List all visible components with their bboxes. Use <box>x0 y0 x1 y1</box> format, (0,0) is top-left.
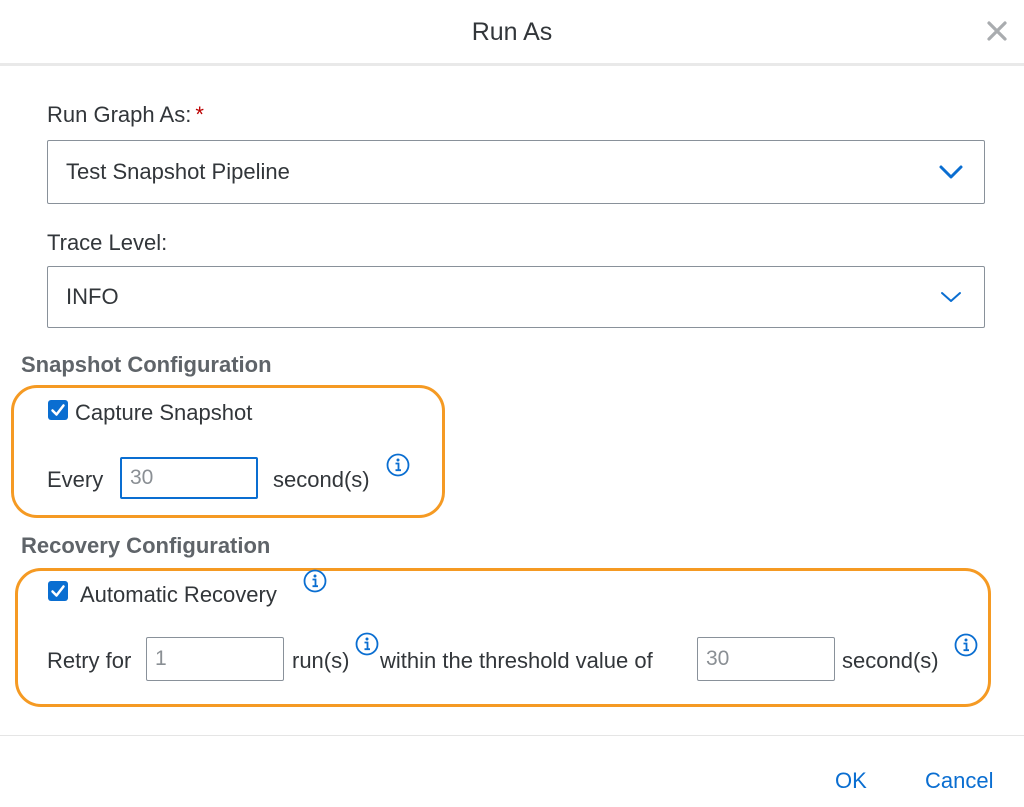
run-graph-label-text: Run Graph As: <box>47 102 192 127</box>
retry-label: Retry for <box>47 648 132 673</box>
dialog-title: Run As <box>471 18 553 46</box>
dialog-header: Run As <box>0 0 1024 66</box>
trace-level-value: INFO <box>66 284 119 309</box>
info-icon[interactable] <box>954 633 978 657</box>
chevron-down-icon <box>938 163 964 181</box>
trace-level-label: Trace Level: <box>47 230 168 255</box>
trace-level-select[interactable]: INFO <box>47 266 985 328</box>
threshold-unit-label: second(s) <box>842 648 939 673</box>
run-graph-label: Run Graph As: * <box>47 102 204 128</box>
cancel-button[interactable]: Cancel <box>925 768 993 794</box>
automatic-recovery-checkbox[interactable] <box>48 581 68 601</box>
required-mark: * <box>195 102 204 127</box>
run-as-dialog: Run As Run Graph As: * Test Snapshot Pipe… <box>0 0 1024 807</box>
threshold-input[interactable] <box>697 637 835 681</box>
automatic-recovery-label: Automatic Recovery <box>80 582 277 607</box>
capture-snapshot-checkbox[interactable] <box>48 400 68 420</box>
every-label: Every <box>47 467 104 492</box>
capture-snapshot-label: Capture Snapshot <box>75 400 253 425</box>
info-icon[interactable] <box>303 569 327 593</box>
runs-unit-label: run(s) <box>292 648 350 673</box>
threshold-label: within the threshold value of <box>380 648 653 673</box>
run-graph-select[interactable]: Test Snapshot Pipeline <box>47 140 985 204</box>
snapshot-unit-label: second(s) <box>273 467 370 492</box>
snapshot-section-title: Snapshot Configuration <box>21 352 272 377</box>
ok-button[interactable]: OK <box>835 768 867 794</box>
recovery-section-title: Recovery Configuration <box>21 533 271 558</box>
retry-runs-input[interactable] <box>146 637 284 681</box>
footer-divider <box>0 735 1024 736</box>
info-icon[interactable] <box>386 453 410 477</box>
info-icon[interactable] <box>355 632 379 656</box>
run-graph-value: Test Snapshot Pipeline <box>66 159 290 184</box>
snapshot-interval-input[interactable] <box>120 457 258 499</box>
close-icon[interactable] <box>984 18 1010 44</box>
chevron-down-icon <box>938 288 964 306</box>
